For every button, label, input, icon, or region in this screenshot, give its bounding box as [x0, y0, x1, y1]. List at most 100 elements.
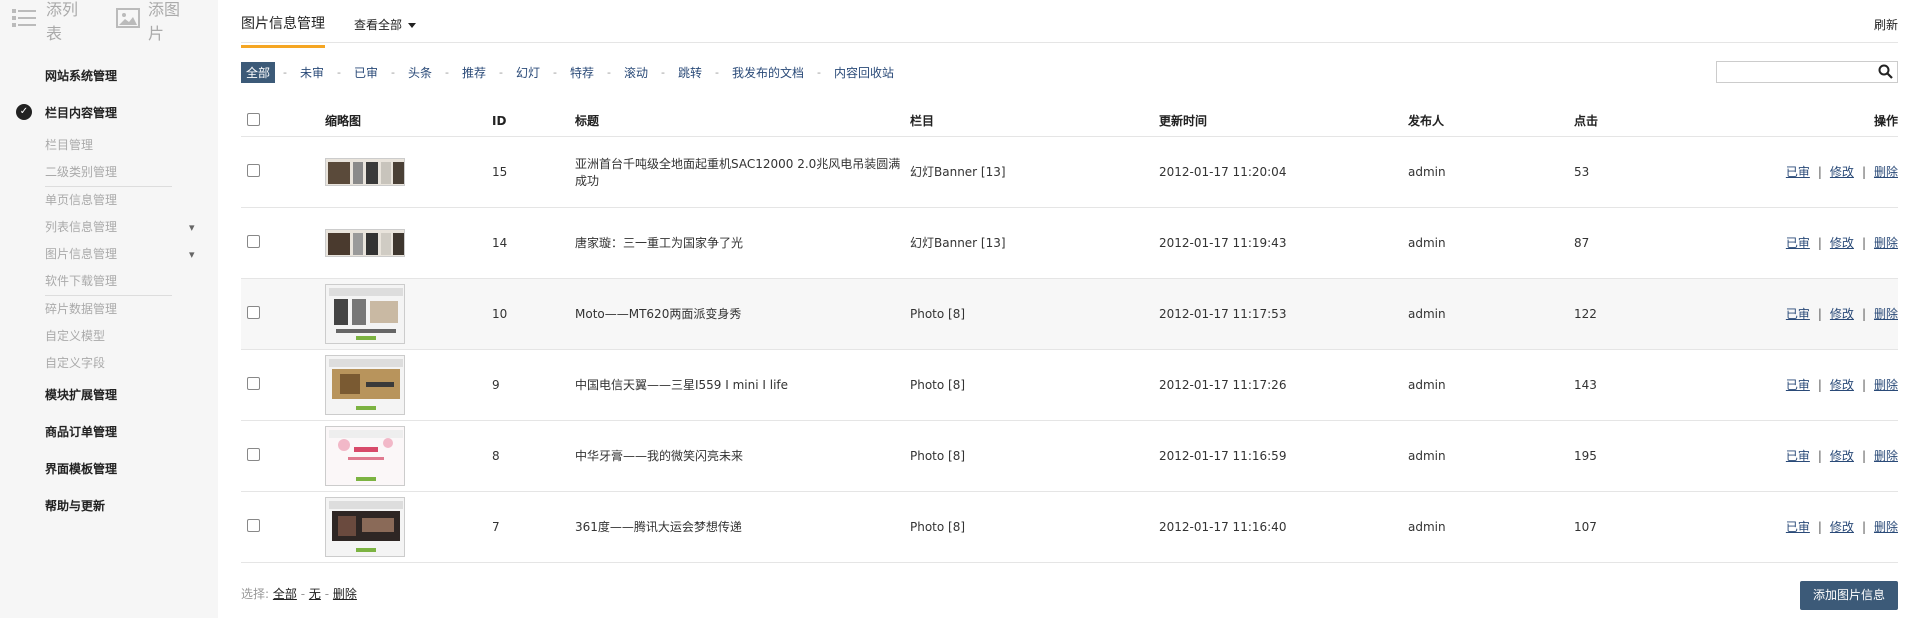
image-list-table: 缩略图 ID 标题 栏目 更新时间 发布人 点击 操作 15 亚洲首台千吨级全地… — [241, 106, 1898, 563]
thumbnail-image[interactable] — [325, 283, 405, 344]
thumbnail-image[interactable] — [325, 228, 405, 257]
menu-group-orders-title[interactable]: 商品订单管理 — [0, 414, 218, 451]
menu-group-modules-title[interactable]: 模块扩展管理 — [0, 377, 218, 414]
menu-group-templates: 界面模板管理 — [0, 451, 218, 488]
view-all-dropdown[interactable]: 查看全部 — [354, 16, 417, 33]
action-separator: | — [1817, 307, 1822, 321]
add-image-info-button[interactable]: 添加图片信息 — [1800, 581, 1898, 610]
add-list-button[interactable]: 添列表 — [12, 0, 92, 44]
expand-arrow-icon[interactable]: ▾ — [189, 241, 195, 268]
delete-link[interactable]: 删除 — [1874, 165, 1898, 179]
reviewed-link[interactable]: 已审 — [1786, 520, 1810, 534]
edit-link[interactable]: 修改 — [1830, 520, 1854, 534]
select-all-link[interactable]: 全部 — [273, 587, 297, 601]
row-checkbox[interactable] — [247, 518, 260, 532]
row-checkbox[interactable] — [247, 234, 260, 248]
reviewed-link[interactable]: 已审 — [1786, 236, 1810, 250]
row-author: admin — [1408, 136, 1574, 208]
row-author: admin — [1408, 420, 1574, 492]
image-icon — [115, 8, 140, 32]
delete-link[interactable]: 删除 — [1874, 520, 1898, 534]
row-thumbnail-cell — [325, 278, 492, 350]
search-box[interactable] — [1716, 61, 1898, 83]
row-id: 9 — [492, 349, 575, 421]
reviewed-link[interactable]: 已审 — [1786, 449, 1810, 463]
reviewed-link[interactable]: 已审 — [1786, 307, 1810, 321]
sidebar-item-custom-model[interactable]: 自定义模型 — [0, 323, 218, 350]
menu-group-content-title[interactable]: ✓ 栏目内容管理 — [0, 95, 218, 132]
reviewed-link[interactable]: 已审 — [1786, 165, 1810, 179]
row-title: 中国电信天翼——三星I559 I mini I life — [575, 349, 910, 421]
add-image-button[interactable]: 添图片 — [115, 0, 194, 44]
delete-selected-link[interactable]: 删除 — [333, 587, 357, 601]
row-actions: 已审 | 修改 | 删除 — [1694, 136, 1898, 208]
row-column: 幻灯Banner [13] — [910, 207, 1159, 279]
row-checkbox[interactable] — [247, 447, 260, 461]
row-clicks: 107 — [1574, 491, 1694, 563]
row-id: 7 — [492, 491, 575, 563]
thumbnail-image[interactable] — [325, 157, 405, 186]
filter-special[interactable]: 特荐 — [565, 62, 599, 83]
edit-link[interactable]: 修改 — [1830, 236, 1854, 250]
filter-slideshow[interactable]: 幻灯 — [511, 62, 545, 83]
row-actions: 已审 | 修改 | 删除 — [1694, 278, 1898, 350]
filter-my-documents[interactable]: 我发布的文档 — [727, 62, 809, 83]
sidebar-item-image-info[interactable]: 图片信息管理 ▾ — [0, 241, 218, 268]
row-column: Photo [8] — [910, 349, 1159, 421]
table-header-row: 缩略图 ID 标题 栏目 更新时间 发布人 点击 操作 — [241, 106, 1898, 137]
sidebar-item-subcategory-manage[interactable]: 二级类别管理 — [0, 159, 218, 186]
row-checkbox[interactable] — [247, 305, 260, 319]
table-row: 14 唐家璇：三一重工为国家争了光 幻灯Banner [13] 2012-01-… — [241, 207, 1898, 279]
select-none-link[interactable]: 无 — [309, 587, 321, 601]
filter-recommended[interactable]: 推荐 — [457, 62, 491, 83]
delete-link[interactable]: 删除 — [1874, 378, 1898, 392]
header-column: 栏目 — [910, 106, 1159, 137]
sidebar-item-list-info[interactable]: 列表信息管理 ▾ — [0, 214, 218, 241]
sidebar-item-column-manage[interactable]: 栏目管理 — [0, 132, 218, 159]
main-content: 图片信息管理 查看全部 刷新 全部 - 未审 - 已审 - 头条 - 推荐 - … — [241, 0, 1898, 618]
delete-link[interactable]: 删除 — [1874, 449, 1898, 463]
edit-link[interactable]: 修改 — [1830, 449, 1854, 463]
table-row: 10 Moto——MT620两面派变身秀 Photo [8] 2012-01-1… — [241, 278, 1898, 350]
filter-all[interactable]: 全部 — [241, 62, 276, 83]
sidebar-item-software-download[interactable]: 软件下载管理 — [0, 268, 218, 295]
search-input[interactable] — [1717, 62, 1877, 82]
delete-link[interactable]: 删除 — [1874, 236, 1898, 250]
thumbnail-image[interactable] — [325, 425, 405, 486]
row-actions: 已审 | 修改 | 删除 — [1694, 349, 1898, 421]
filter-separator: - — [817, 66, 821, 79]
edit-link[interactable]: 修改 — [1830, 378, 1854, 392]
reviewed-link[interactable]: 已审 — [1786, 378, 1810, 392]
sidebar-item-image-info-label: 图片信息管理 — [45, 247, 118, 261]
edit-link[interactable]: 修改 — [1830, 307, 1854, 321]
filter-recycle-bin[interactable]: 内容回收站 — [829, 62, 899, 83]
view-all-label: 查看全部 — [354, 18, 403, 32]
filter-separator: - — [553, 66, 557, 79]
expand-arrow-icon[interactable]: ▾ — [189, 214, 195, 241]
sidebar-item-fragment-data[interactable]: 碎片数据管理 — [0, 296, 218, 323]
row-thumbnail-cell — [325, 349, 492, 421]
action-separator: | — [1861, 378, 1866, 392]
filter-reviewed[interactable]: 已审 — [349, 62, 383, 83]
delete-link[interactable]: 删除 — [1874, 307, 1898, 321]
menu-group-help-title[interactable]: 帮助与更新 — [0, 488, 218, 525]
filter-redirect[interactable]: 跳转 — [673, 62, 707, 83]
thumbnail-image[interactable] — [325, 496, 405, 557]
sidebar-item-custom-field[interactable]: 自定义字段 — [0, 350, 218, 377]
filter-scroll[interactable]: 滚动 — [619, 62, 653, 83]
row-checkbox[interactable] — [247, 163, 260, 177]
sidebar-item-single-page[interactable]: 单页信息管理 — [0, 187, 218, 214]
refresh-button[interactable]: 刷新 — [1874, 16, 1898, 33]
action-separator: | — [1861, 236, 1866, 250]
filter-unreviewed[interactable]: 未审 — [295, 62, 329, 83]
filter-headline[interactable]: 头条 — [403, 62, 437, 83]
row-thumbnail-cell — [325, 491, 492, 563]
menu-group-templates-title[interactable]: 界面模板管理 — [0, 451, 218, 488]
select-all-checkbox[interactable] — [247, 112, 260, 126]
search-icon[interactable] — [1878, 64, 1893, 79]
menu-group-system-title[interactable]: 网站系统管理 — [0, 58, 218, 95]
sidebar-menu: 网站系统管理 ✓ 栏目内容管理 栏目管理 二级类别管理 单页信息管理 列表信息管… — [0, 58, 218, 525]
row-checkbox[interactable] — [247, 376, 260, 390]
thumbnail-image[interactable] — [325, 354, 405, 415]
edit-link[interactable]: 修改 — [1830, 165, 1854, 179]
